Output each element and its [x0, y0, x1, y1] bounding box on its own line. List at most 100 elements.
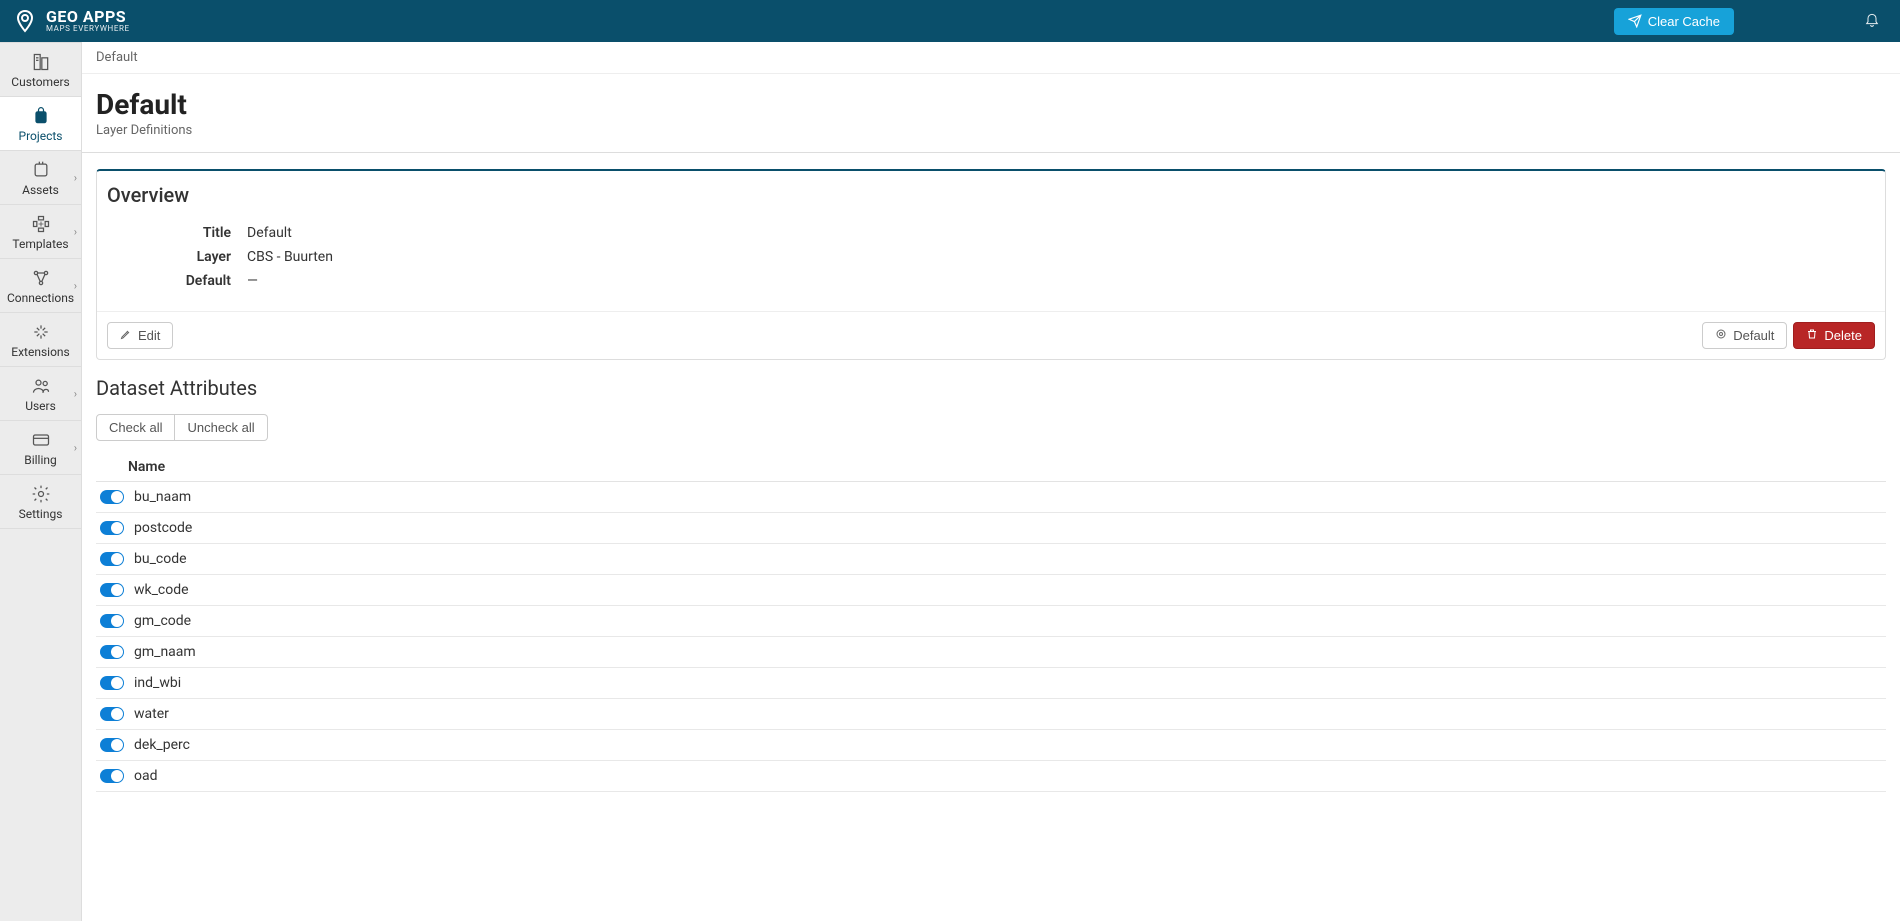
- attribute-name: oad: [134, 768, 158, 784]
- sidebar-item-templates[interactable]: Templates ›: [0, 205, 81, 259]
- chevron-right-icon: ›: [74, 279, 77, 292]
- trash-icon: [1806, 328, 1818, 343]
- extensions-icon: [31, 321, 51, 343]
- delete-label: Delete: [1824, 328, 1862, 343]
- attribute-name: ind_wbi: [134, 675, 181, 691]
- attribute-name: bu_naam: [134, 489, 191, 505]
- attribute-row: gm_code: [96, 606, 1886, 637]
- main-content: Default Default Layer Definitions Overvi…: [82, 42, 1900, 921]
- attribute-name: bu_code: [134, 551, 187, 567]
- overview-value: Default: [247, 225, 292, 241]
- attribute-toggle[interactable]: [100, 769, 124, 783]
- sidebar-label: Billing: [24, 453, 57, 467]
- overview-value: —: [247, 273, 258, 289]
- page-header: Default Layer Definitions: [82, 74, 1900, 153]
- page-title: Default: [96, 88, 1886, 121]
- attribute-row: bu_code: [96, 544, 1886, 575]
- top-bar: GEO APPS MAPS EVERYWHERE Clear Cache: [0, 0, 1900, 42]
- sidebar-item-connections[interactable]: Connections ›: [0, 259, 81, 313]
- sidebar-label: Projects: [19, 129, 63, 143]
- assets-icon: [31, 159, 51, 181]
- breadcrumb[interactable]: Default: [82, 42, 1900, 74]
- edit-icon: [120, 328, 132, 343]
- attribute-table-header: Name: [96, 453, 1886, 482]
- clear-cache-button[interactable]: Clear Cache: [1614, 8, 1734, 35]
- chevron-right-icon: ›: [74, 387, 77, 400]
- uncheck-all-button[interactable]: Uncheck all: [175, 414, 267, 441]
- brand-title: GEO APPS: [46, 9, 130, 25]
- overview-label: Default: [107, 273, 247, 289]
- attribute-name: gm_naam: [134, 644, 196, 660]
- sidebar-item-projects[interactable]: Projects: [0, 97, 81, 151]
- attribute-toggle[interactable]: [100, 552, 124, 566]
- clear-cache-label: Clear Cache: [1648, 14, 1720, 29]
- attribute-name: wk_code: [134, 582, 189, 598]
- connections-icon: [31, 267, 51, 289]
- sidebar-label: Users: [25, 399, 56, 413]
- brand: GEO APPS MAPS EVERYWHERE: [12, 8, 130, 34]
- attribute-toggle[interactable]: [100, 583, 124, 597]
- overview-row-layer: Layer CBS - Buurten: [107, 245, 1875, 269]
- attribute-row: ind_wbi: [96, 668, 1886, 699]
- attribute-toggle[interactable]: [100, 521, 124, 535]
- delete-button[interactable]: Delete: [1793, 322, 1875, 349]
- attribute-row: postcode: [96, 513, 1886, 544]
- attribute-row: wk_code: [96, 575, 1886, 606]
- check-all-button[interactable]: Check all: [96, 414, 175, 441]
- chevron-right-icon: ›: [74, 441, 77, 454]
- overview-value: CBS - Buurten: [247, 249, 333, 265]
- dataset-attributes-title: Dataset Attributes: [96, 376, 1886, 400]
- attribute-row: gm_naam: [96, 637, 1886, 668]
- sidebar-label: Extensions: [11, 345, 69, 359]
- sidebar-label: Connections: [7, 291, 74, 305]
- chevron-right-icon: ›: [74, 171, 77, 184]
- chevron-right-icon: ›: [74, 225, 77, 238]
- sidebar: Customers Projects Assets › Templates ›: [0, 42, 82, 921]
- default-button[interactable]: Default: [1702, 322, 1787, 349]
- sidebar-item-billing[interactable]: Billing ›: [0, 421, 81, 475]
- page-subtitle: Layer Definitions: [96, 123, 1886, 138]
- edit-label: Edit: [138, 328, 160, 343]
- attribute-toggle[interactable]: [100, 676, 124, 690]
- overview-title: Overview: [97, 171, 1885, 217]
- sidebar-item-settings[interactable]: Settings: [0, 475, 81, 529]
- attribute-toggle[interactable]: [100, 707, 124, 721]
- attribute-name: gm_code: [134, 613, 191, 629]
- attribute-row: bu_naam: [96, 482, 1886, 513]
- customers-icon: [31, 51, 51, 73]
- sidebar-item-users[interactable]: Users ›: [0, 367, 81, 421]
- bell-icon: [1864, 11, 1880, 27]
- attribute-name: dek_perc: [134, 737, 190, 753]
- sidebar-item-extensions[interactable]: Extensions: [0, 313, 81, 367]
- attribute-name: water: [134, 706, 169, 722]
- attribute-toggle[interactable]: [100, 645, 124, 659]
- attribute-toggle[interactable]: [100, 490, 124, 504]
- overview-label: Layer: [107, 249, 247, 265]
- attribute-toggle[interactable]: [100, 614, 124, 628]
- default-label: Default: [1733, 328, 1774, 343]
- attribute-row: water: [96, 699, 1886, 730]
- brand-subtitle: MAPS EVERYWHERE: [46, 25, 130, 33]
- edit-button[interactable]: Edit: [107, 322, 173, 349]
- attribute-name: postcode: [134, 520, 192, 536]
- attribute-row: dek_perc: [96, 730, 1886, 761]
- notifications-button[interactable]: [1864, 11, 1880, 31]
- name-header: Name: [128, 459, 1882, 475]
- sidebar-label: Templates: [12, 237, 68, 251]
- dataset-attributes-section: Dataset Attributes Check all Uncheck all…: [96, 376, 1886, 792]
- sidebar-label: Assets: [22, 183, 59, 197]
- projects-icon: [31, 105, 51, 127]
- users-icon: [31, 375, 51, 397]
- target-icon: [1715, 328, 1727, 343]
- sidebar-label: Customers: [11, 75, 69, 89]
- sidebar-label: Settings: [19, 507, 63, 521]
- sidebar-item-assets[interactable]: Assets ›: [0, 151, 81, 205]
- paper-plane-icon: [1628, 14, 1642, 28]
- billing-icon: [31, 429, 51, 451]
- brand-logo-icon: [12, 8, 38, 34]
- attribute-toggle[interactable]: [100, 738, 124, 752]
- templates-icon: [31, 213, 51, 235]
- overview-row-title: Title Default: [107, 221, 1875, 245]
- sidebar-item-customers[interactable]: Customers: [0, 43, 81, 97]
- attribute-row: oad: [96, 761, 1886, 792]
